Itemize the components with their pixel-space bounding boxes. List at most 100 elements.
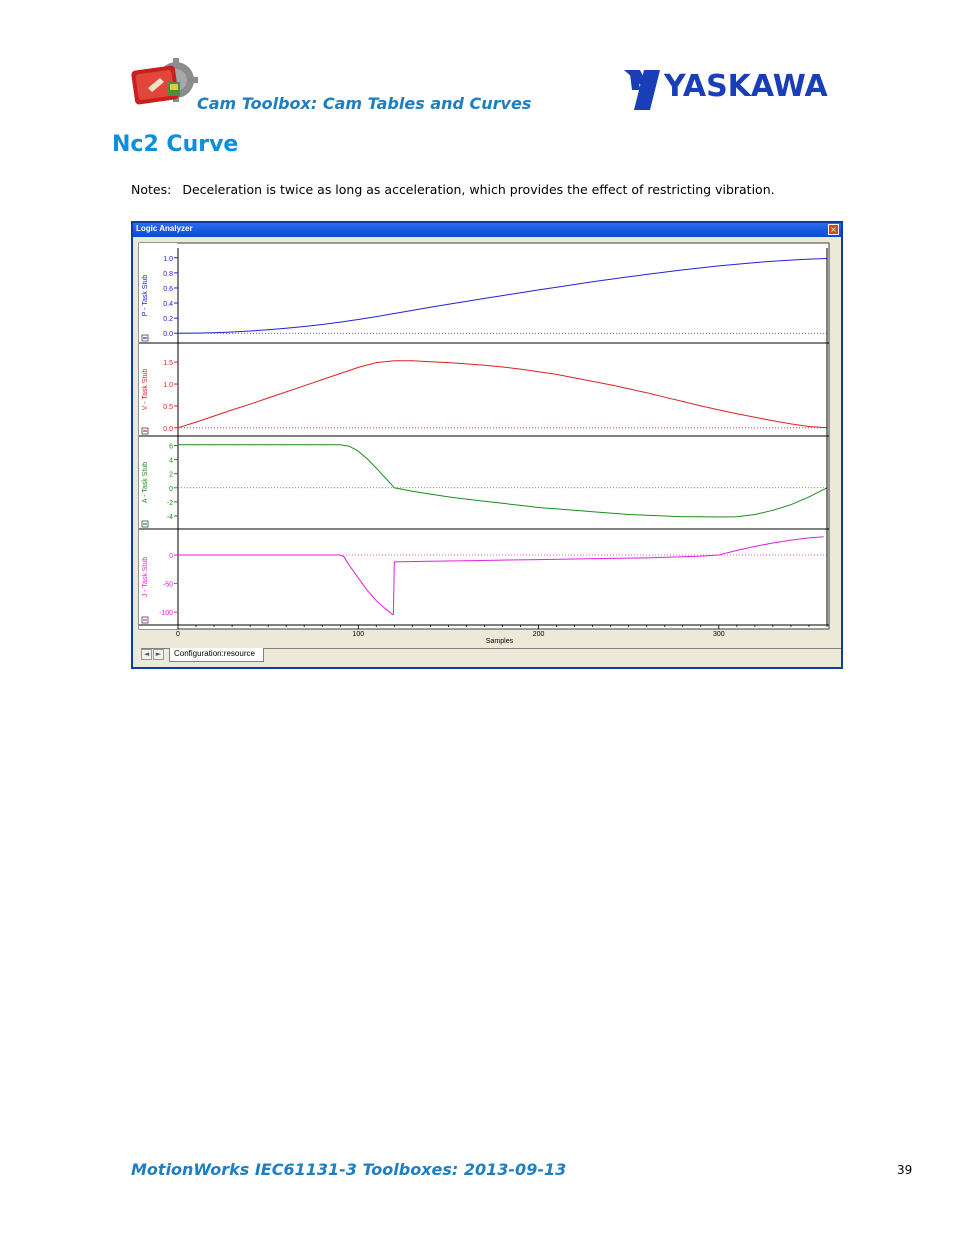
sheet-tab-bar: ◄ ► Configuration:resource xyxy=(141,648,841,662)
data-point xyxy=(790,539,792,541)
data-point xyxy=(429,493,431,495)
y-tick-label: 6 xyxy=(169,444,173,451)
data-point xyxy=(718,265,720,267)
tab-configuration-resource[interactable]: Configuration:resource xyxy=(169,648,264,662)
data-point xyxy=(502,559,503,561)
y-tick-label: 0 xyxy=(169,553,173,560)
data-point xyxy=(357,366,359,368)
data-point xyxy=(700,516,702,518)
y-tick-label: -100 xyxy=(159,610,173,617)
data-point xyxy=(520,292,521,294)
data-point xyxy=(213,332,215,334)
data-point xyxy=(664,515,666,517)
series-name-label: J - Task Stub xyxy=(142,557,149,597)
data-point xyxy=(700,555,702,557)
data-point xyxy=(502,366,503,368)
tab-scroll-left-icon[interactable]: ◄ xyxy=(141,649,152,660)
data-point xyxy=(538,507,539,508)
data-point xyxy=(610,558,612,559)
data-point xyxy=(592,511,594,513)
data-point xyxy=(808,537,810,539)
y-tick-label: 0.0 xyxy=(163,331,173,338)
data-point xyxy=(646,557,648,559)
close-icon[interactable]: × xyxy=(828,224,839,235)
data-point xyxy=(393,561,395,563)
data-point xyxy=(664,396,666,398)
data-point xyxy=(718,554,720,556)
data-point xyxy=(754,546,756,547)
data-point xyxy=(231,444,233,446)
data-point xyxy=(682,556,684,558)
x-axis-label: Samples xyxy=(486,638,514,645)
data-point xyxy=(393,487,395,489)
data-point xyxy=(664,271,666,273)
x-tick-label: 0 xyxy=(176,631,180,638)
window-titlebar[interactable]: Logic Analyzer × xyxy=(133,223,841,237)
data-point xyxy=(466,300,467,302)
data-point xyxy=(339,554,341,556)
data-point xyxy=(321,444,323,446)
data-point xyxy=(718,409,720,411)
data-point xyxy=(574,377,576,379)
data-point xyxy=(285,327,287,329)
data-point xyxy=(556,373,557,375)
data-point xyxy=(772,509,774,511)
series-name-label: A - Task Stub xyxy=(142,462,149,503)
data-point xyxy=(502,295,503,296)
notes-text: Deceleration is twice as long as acceler… xyxy=(182,182,775,197)
data-point xyxy=(628,514,630,515)
y-tick-label: 4 xyxy=(169,458,173,465)
data-point xyxy=(357,577,359,579)
data-point xyxy=(393,360,395,362)
data-point xyxy=(429,361,431,363)
data-point xyxy=(177,332,179,334)
data-point xyxy=(366,590,368,591)
data-point xyxy=(303,385,305,387)
data-point xyxy=(213,415,215,417)
data-point xyxy=(520,368,521,370)
x-tick-label: 300 xyxy=(713,631,725,638)
data-point xyxy=(736,263,738,265)
data-point xyxy=(466,498,467,500)
data-point xyxy=(790,504,792,506)
data-point xyxy=(267,329,269,331)
data-point xyxy=(574,284,576,285)
data-point xyxy=(610,512,612,514)
window-title: Logic Analyzer xyxy=(136,224,193,233)
data-point xyxy=(393,313,395,314)
yaskawa-logo: YASKAWA xyxy=(620,64,845,112)
series-name-label: V - Task Stub xyxy=(142,369,149,411)
data-point xyxy=(556,286,557,288)
data-point xyxy=(574,509,576,511)
data-point xyxy=(772,542,774,544)
data-point xyxy=(448,362,449,363)
data-point xyxy=(384,477,386,479)
y-tick-label: 2 xyxy=(169,472,173,479)
data-point xyxy=(448,303,449,305)
data-point xyxy=(177,427,179,429)
data-point xyxy=(808,258,810,260)
toolbox-logo-image xyxy=(130,58,198,110)
data-point xyxy=(249,403,251,405)
notes-paragraph: Notes: Deceleration is twice as long as … xyxy=(131,182,775,197)
data-point xyxy=(429,306,431,308)
data-point xyxy=(411,360,413,362)
y-tick-label: 0.2 xyxy=(163,316,173,323)
data-point xyxy=(628,276,630,278)
data-point xyxy=(375,600,377,602)
data-point xyxy=(213,444,215,446)
data-point xyxy=(393,614,394,615)
data-point xyxy=(538,289,539,291)
data-point xyxy=(348,564,350,566)
data-point xyxy=(736,550,738,551)
data-point xyxy=(343,556,345,558)
data-point xyxy=(321,324,323,325)
tab-scroll-right-icon[interactable]: ► xyxy=(153,649,164,660)
logo-wordmark: YASKAWA xyxy=(663,69,829,104)
x-tick-label: 200 xyxy=(533,631,545,638)
data-point xyxy=(303,444,305,446)
data-point xyxy=(411,490,413,492)
data-point xyxy=(538,371,539,373)
data-point xyxy=(384,608,386,610)
data-point xyxy=(520,504,521,506)
